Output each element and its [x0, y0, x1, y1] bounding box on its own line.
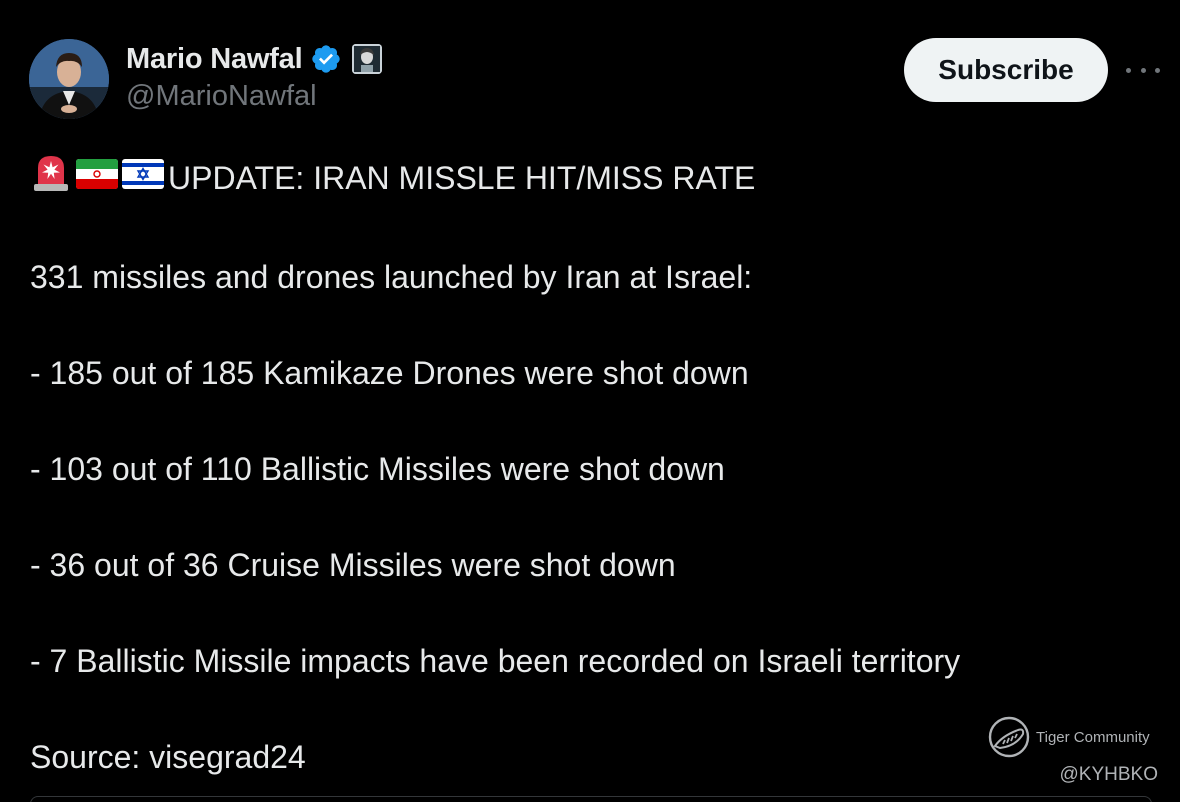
tweet-intro: 331 missiles and drones launched by Iran…: [30, 259, 753, 295]
subscribe-button[interactable]: Subscribe: [904, 38, 1108, 102]
tweet-line-cruise: - 36 out of 36 Cruise Missiles were shot…: [30, 547, 676, 583]
tweet-headline: UPDATE: IRAN MISSLE HIT/MISS RATE: [168, 159, 756, 196]
more-dot: [1140, 67, 1146, 73]
verified-badge-icon[interactable]: [310, 43, 342, 75]
tweet-line-drones: - 185 out of 185 Kamikaze Drones were sh…: [30, 355, 749, 391]
more-dot: [1126, 67, 1131, 73]
author-avatar[interactable]: [29, 39, 109, 119]
author-display-name[interactable]: Mario Nawfal: [126, 43, 303, 76]
tweet-source: Source: visegrad24: [30, 739, 306, 775]
rotating-light-icon: [30, 150, 72, 205]
israel-flag-icon: [122, 154, 164, 202]
tweet-line-ballistic: - 103 out of 110 Ballistic Missiles were…: [30, 451, 725, 487]
tiger-logo-icon: [988, 716, 1030, 758]
watermark: Tiger Community: [988, 716, 1150, 758]
watermark-community: Tiger Community: [1036, 728, 1150, 746]
affiliate-badge-icon[interactable]: [352, 44, 383, 74]
tweet-text: UPDATE: IRAN MISSLE HIT/MISS RATE 331 mi…: [30, 150, 1150, 802]
embedded-card-edge: [30, 796, 1152, 802]
author-handle[interactable]: @MarioNawfal: [126, 80, 317, 113]
more-dot: [1155, 67, 1160, 73]
watermark-handle: @KYHBKO: [1059, 764, 1158, 785]
tweet-headline-row: UPDATE: IRAN MISSLE HIT/MISS RATE: [30, 150, 1150, 205]
iran-flag-icon: [76, 154, 118, 202]
tweet-line-impacts: - 7 Ballistic Missile impacts have been …: [30, 643, 961, 679]
more-options-icon[interactable]: [1126, 56, 1160, 84]
author-name-row: Mario Nawfal: [126, 40, 383, 78]
